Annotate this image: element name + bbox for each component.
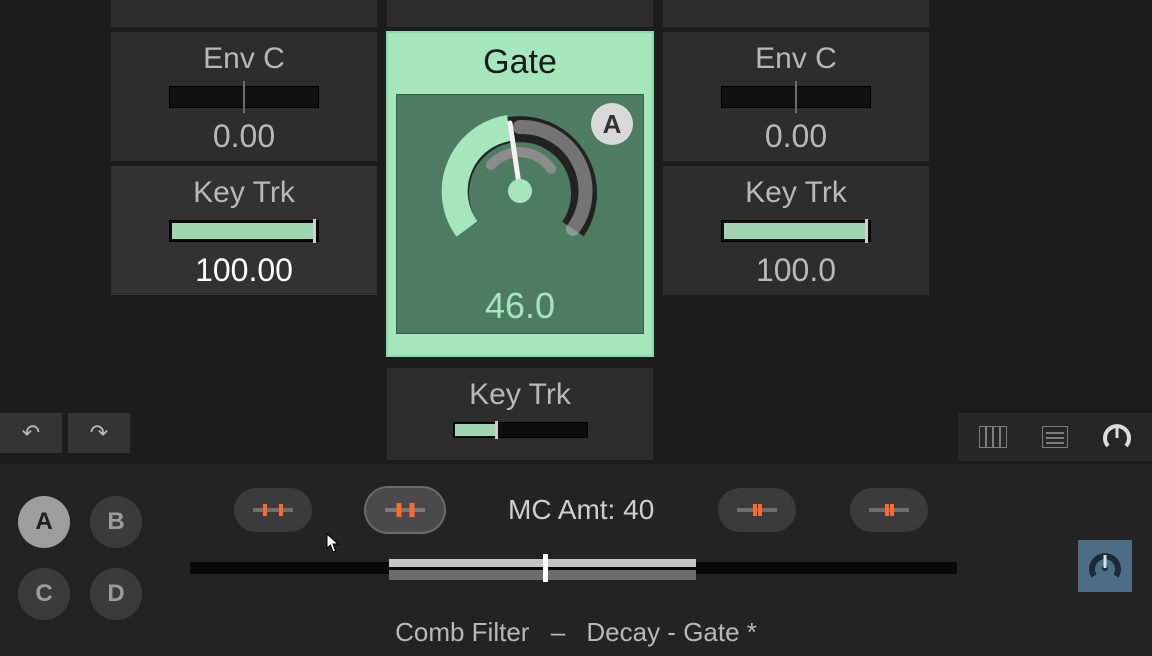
param-cell-stub xyxy=(662,0,930,28)
param-cell-keytrk-right[interactable]: Key Trk 100.0 xyxy=(662,165,930,296)
param-card-gate[interactable]: Gate A 46.0 xyxy=(386,31,654,357)
list-icon xyxy=(1042,426,1068,448)
mc-slot-2-button[interactable] xyxy=(366,488,444,532)
param-dial-panel: A 46.0 xyxy=(396,94,644,334)
mod-slot-icon xyxy=(867,500,911,520)
param-value: 0.00 xyxy=(663,118,929,155)
macro-range-slider[interactable] xyxy=(190,550,957,584)
unipolar-slider[interactable] xyxy=(169,220,319,242)
param-label: Env C xyxy=(111,42,377,76)
view-switcher xyxy=(958,413,1152,461)
param-label: Env C xyxy=(663,42,929,76)
dial-target-icon xyxy=(1088,550,1122,582)
mod-slot-icon xyxy=(735,500,779,520)
param-title: Gate xyxy=(388,43,652,82)
undo-icon: ↶ xyxy=(22,420,40,446)
param-value: 100.0 xyxy=(663,252,929,289)
param-label: Key Trk xyxy=(387,378,653,412)
breadcrumb: Comb Filter – Decay - Gate * xyxy=(0,617,1152,648)
param-cell-env-c-right[interactable]: Env C 0.00 xyxy=(662,31,930,162)
unipolar-slider[interactable] xyxy=(453,422,588,438)
macro-c-button[interactable]: C xyxy=(18,568,70,620)
param-label: Key Trk xyxy=(111,176,377,210)
param-cell-keytrk-left[interactable]: Key Trk 100.00 xyxy=(110,165,378,296)
mod-target-button[interactable] xyxy=(1078,540,1132,592)
piano-keys-icon xyxy=(979,426,1007,448)
mc-slot-3-button[interactable] xyxy=(718,488,796,532)
param-value: 46.0 xyxy=(397,285,643,327)
mc-amount-label: MC Amt: 40 xyxy=(508,494,654,526)
view-list-button[interactable] xyxy=(1024,417,1086,457)
param-cell-keytrk-center[interactable]: Key Trk xyxy=(386,367,654,461)
dial-icon[interactable] xyxy=(435,101,605,271)
param-cell-stub xyxy=(386,0,654,28)
breadcrumb-part: Decay - Gate * xyxy=(586,617,757,647)
macro-b-button[interactable]: B xyxy=(90,496,142,548)
view-dial-button[interactable] xyxy=(1086,417,1148,457)
breadcrumb-separator: – xyxy=(551,617,565,647)
param-value: 0.00 xyxy=(111,118,377,155)
redo-icon: ↷ xyxy=(90,420,108,446)
param-cell-stub xyxy=(110,0,378,28)
param-value: 100.00 xyxy=(111,252,377,289)
redo-button[interactable]: ↷ xyxy=(68,413,130,453)
param-label: Key Trk xyxy=(663,176,929,210)
undo-button[interactable]: ↶ xyxy=(0,413,62,453)
mc-slot-4-button[interactable] xyxy=(850,488,928,532)
unipolar-slider[interactable] xyxy=(721,220,871,242)
macro-d-button[interactable]: D xyxy=(90,568,142,620)
mc-slot-1-button[interactable] xyxy=(234,488,312,532)
view-keys-button[interactable] xyxy=(962,417,1024,457)
mod-slot-icon xyxy=(251,500,295,520)
mod-slot-icon xyxy=(383,500,427,520)
breadcrumb-part: Comb Filter xyxy=(395,617,529,647)
macro-panel: A B C D MC Amt: 40 xyxy=(0,464,1152,656)
macro-a-button[interactable]: A xyxy=(18,496,70,548)
param-cell-env-c-left[interactable]: Env C 0.00 xyxy=(110,31,378,162)
bipolar-slider[interactable] xyxy=(169,86,319,108)
dial-icon xyxy=(1102,424,1132,450)
bipolar-slider[interactable] xyxy=(721,86,871,108)
